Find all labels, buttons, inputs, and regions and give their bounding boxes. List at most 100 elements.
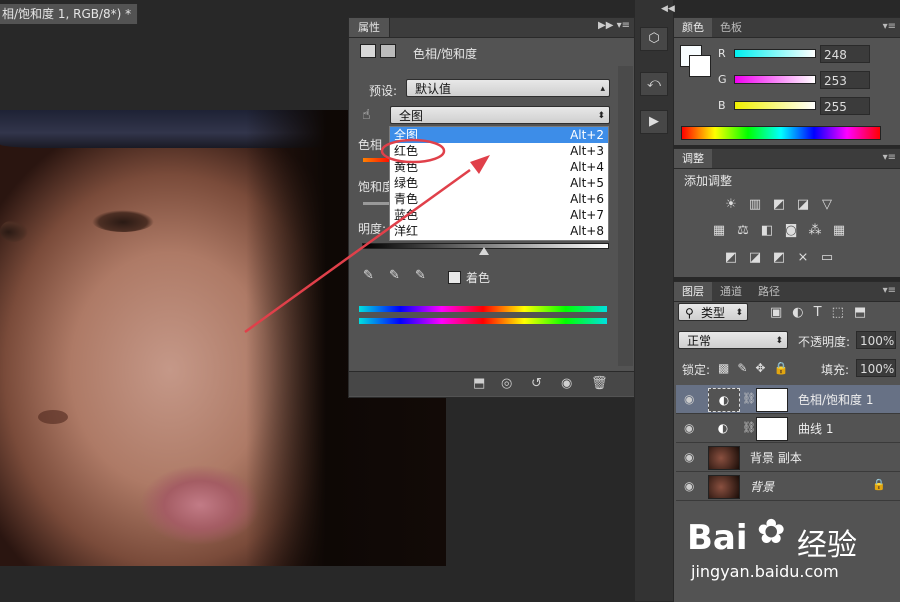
- tab-channels[interactable]: 通道: [712, 282, 750, 301]
- collapse-icon[interactable]: ◀◀: [661, 4, 675, 14]
- lock-label: 锁定:: [682, 363, 711, 377]
- layer-row[interactable]: ◉ 背景 🔒: [676, 472, 900, 501]
- hand-target-icon[interactable]: ☝: [362, 107, 371, 123]
- watermark-url: jingyan.baidu.com: [691, 562, 839, 581]
- dropdown-item-shortcut: Alt+6: [570, 192, 604, 206]
- eye-shape: [92, 210, 154, 232]
- layer-row[interactable]: ◉ ◐ ⛓ 色相/饱和度 1: [676, 385, 900, 414]
- brightness-icon[interactable]: ☀: [723, 198, 739, 212]
- chevron-updown-icon: ⬍: [597, 111, 605, 121]
- dropdown-item-label: 红色: [394, 144, 419, 158]
- layer-row[interactable]: ◉ 背景 副本: [676, 443, 900, 472]
- photo-filter-icon[interactable]: ◙: [783, 224, 799, 238]
- dropdown-item-shortcut: Alt+2: [570, 128, 604, 142]
- channel-select[interactable]: 全图 ⬍: [390, 106, 610, 124]
- dropdown-item[interactable]: 全图 Alt+2: [390, 127, 608, 143]
- channel-mixer-icon[interactable]: ⁂: [807, 224, 823, 238]
- color-panel: 颜色 色板 ▾≡ R 248 G 253 B 255: [674, 17, 900, 145]
- layer-name: 曲线 1: [798, 422, 834, 436]
- dropdown-item-label: 黄色: [394, 160, 419, 174]
- layer-filter-select[interactable]: ⚲ 类型 ⬍: [678, 303, 748, 321]
- panel-menu-icon[interactable]: ▶▶ ▾≡: [598, 20, 630, 31]
- layer-row[interactable]: ◉ ◐ ⛓ 曲线 1: [676, 414, 900, 443]
- curves-icon[interactable]: ◩: [771, 198, 787, 212]
- actions-play-icon[interactable]: ▶: [640, 110, 668, 134]
- layer-name: 背景 副本: [750, 451, 802, 465]
- opacity-value[interactable]: 100%: [856, 331, 896, 349]
- dropdown-item-label: 洋红: [394, 224, 419, 238]
- r-label: R: [718, 47, 726, 60]
- threshold-icon[interactable]: ◩: [771, 251, 787, 265]
- history-icon[interactable]: ⤺: [640, 72, 668, 96]
- dropdown-item[interactable]: 青色 Alt+6: [390, 191, 608, 207]
- visibility-eye-icon[interactable]: ◉: [684, 450, 694, 464]
- tab-paths[interactable]: 路径: [750, 282, 788, 301]
- eyedropper-icon[interactable]: ✎: [363, 269, 377, 283]
- visibility-eye-icon[interactable]: ◉: [684, 421, 694, 435]
- eyedropper-plus-icon[interactable]: ✎: [389, 269, 403, 283]
- posterize-icon[interactable]: ◪: [747, 251, 763, 265]
- hue-saturation-icon[interactable]: ▦: [711, 224, 727, 238]
- dropdown-item[interactable]: 洋红 Alt+8: [390, 223, 608, 239]
- lock-icons[interactable]: ▩✎✥🔒: [718, 361, 796, 375]
- panel-menu-icon[interactable]: ▾≡: [883, 152, 896, 163]
- colorize-checkbox[interactable]: [448, 271, 461, 284]
- black-white-icon[interactable]: ◧: [759, 224, 775, 238]
- fill-value[interactable]: 100%: [856, 359, 896, 377]
- opacity-label: 不透明度:: [798, 335, 851, 349]
- dropdown-item[interactable]: 黄色 Alt+4: [390, 159, 608, 175]
- baidu-watermark: Bai ✿ 经验 jingyan.baidu.com: [685, 500, 900, 590]
- document-tab[interactable]: 相/饱和度 1, RGB/8*) *×: [0, 4, 138, 24]
- trash-icon[interactable]: 🗑: [591, 376, 608, 391]
- dropdown-item[interactable]: 绿色 Alt+5: [390, 175, 608, 191]
- r-value[interactable]: 248: [820, 45, 870, 63]
- tab-swatches[interactable]: 色板: [712, 18, 750, 37]
- visibility-eye-icon[interactable]: ◉: [684, 392, 694, 406]
- view-previous-icon[interactable]: ◎: [501, 376, 512, 391]
- dropdown-item[interactable]: 红色 Alt+3: [390, 143, 608, 159]
- layer-thumbnail: [708, 446, 740, 470]
- visibility-eye-icon[interactable]: ◉: [561, 376, 572, 391]
- color-balance-icon[interactable]: ⚖: [735, 224, 751, 238]
- clip-to-layer-icon[interactable]: ⬒: [473, 376, 485, 391]
- layer-name: 色相/饱和度 1: [798, 393, 874, 407]
- chevron-updown-icon: ⬍: [735, 308, 743, 318]
- invert-icon[interactable]: ◩: [723, 251, 739, 265]
- background-color-swatch[interactable]: [689, 55, 711, 77]
- panel-menu-icon[interactable]: ▾≡: [883, 285, 896, 296]
- lightness-thumb[interactable]: [479, 247, 489, 255]
- vibrance-icon[interactable]: ▽: [819, 198, 835, 212]
- tab-properties[interactable]: 属性: [349, 18, 390, 37]
- dropdown-item[interactable]: 蓝色 Alt+7: [390, 207, 608, 223]
- blend-mode-select[interactable]: 正常 ⬍: [678, 331, 788, 349]
- adjustment-thumbnail: ◐: [708, 388, 740, 412]
- eyedropper-minus-icon[interactable]: ✎: [415, 269, 429, 283]
- gradient-map-icon[interactable]: ▭: [819, 251, 835, 265]
- channel-value: 全图: [399, 109, 424, 123]
- preset-select[interactable]: 默认值 ▴: [406, 79, 610, 97]
- g-slider[interactable]: [734, 75, 816, 84]
- levels-icon[interactable]: ▥: [747, 198, 763, 212]
- adjustments-tabs: 调整 ▾≡: [674, 149, 900, 169]
- tab-adjustments[interactable]: 调整: [674, 149, 712, 168]
- b-label: B: [718, 99, 726, 112]
- 3d-cube-icon[interactable]: ⬡: [640, 27, 668, 51]
- dropdown-item-label: 全图: [394, 128, 419, 142]
- layer-filter-value: 类型: [701, 306, 726, 320]
- b-slider[interactable]: [734, 101, 816, 110]
- properties-scrollbar[interactable]: [618, 66, 633, 366]
- r-slider[interactable]: [734, 49, 816, 58]
- layer-filter-icons[interactable]: ▣◐T⬚⬒: [770, 305, 876, 320]
- adjustments-title: 添加调整: [684, 174, 733, 188]
- visibility-eye-icon[interactable]: ◉: [684, 479, 694, 493]
- tab-color[interactable]: 颜色: [674, 18, 712, 37]
- tab-layers[interactable]: 图层: [674, 282, 712, 301]
- panel-menu-icon[interactable]: ▾≡: [883, 21, 896, 32]
- exposure-icon[interactable]: ◪: [795, 198, 811, 212]
- reset-icon[interactable]: ↺: [531, 376, 542, 391]
- color-spectrum[interactable]: [681, 126, 881, 140]
- g-value[interactable]: 253: [820, 71, 870, 89]
- b-value[interactable]: 255: [820, 97, 870, 115]
- selective-color-icon[interactable]: ⨯: [795, 251, 811, 265]
- color-lookup-icon[interactable]: ▦: [831, 224, 847, 238]
